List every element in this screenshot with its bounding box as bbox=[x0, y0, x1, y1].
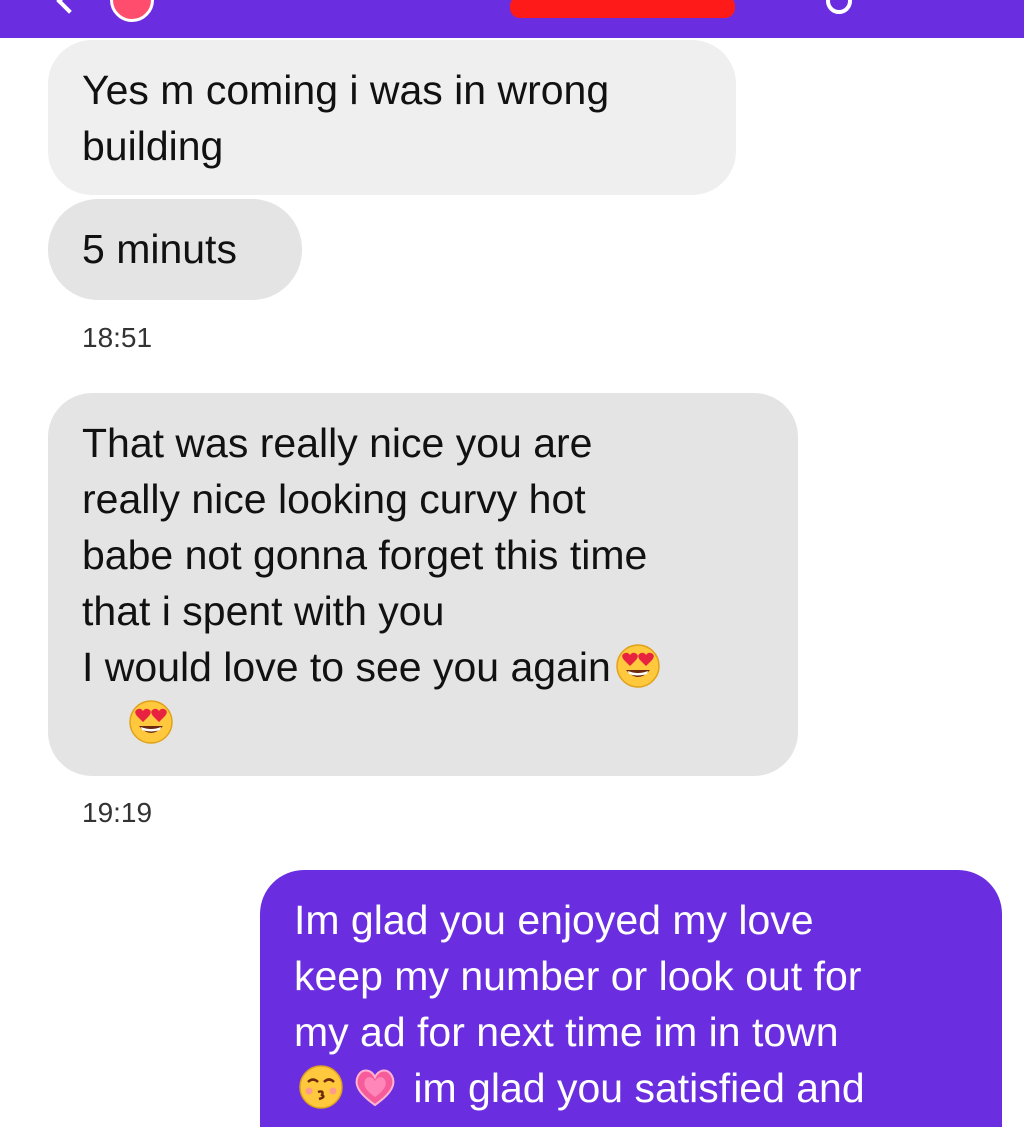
redacted-contact-name bbox=[510, 0, 735, 18]
incoming-message[interactable]: Yes m coming i was in wrong building bbox=[48, 40, 736, 195]
info-icon[interactable] bbox=[826, 0, 852, 14]
growing-heart-icon bbox=[355, 1069, 395, 1107]
message-text: That was really nice you are really nice… bbox=[82, 420, 648, 690]
incoming-message[interactable]: That was really nice you are really nice… bbox=[48, 393, 798, 776]
kissing-face-icon bbox=[299, 1065, 343, 1109]
heart-eyes-face-icon bbox=[616, 644, 660, 688]
incoming-message[interactable]: 5 minuts bbox=[48, 199, 302, 300]
chat-screen: Yes m coming i was in wrong building 5 m… bbox=[0, 0, 1024, 1127]
contact-avatar[interactable] bbox=[110, 0, 154, 22]
message-text: Im glad you enjoyed my love keep my numb… bbox=[294, 897, 862, 1055]
heart-eyes-face-icon bbox=[128, 700, 173, 744]
back-arrow-icon[interactable] bbox=[56, 0, 82, 14]
chat-header bbox=[0, 0, 1024, 38]
message-timestamp: 18:51 bbox=[82, 322, 153, 353]
message-timestamp: 19:19 bbox=[82, 797, 153, 828]
message-text: im glad you satisfied and bbox=[413, 1065, 865, 1111]
outgoing-message[interactable]: Im glad you enjoyed my love keep my numb… bbox=[260, 870, 1002, 1127]
